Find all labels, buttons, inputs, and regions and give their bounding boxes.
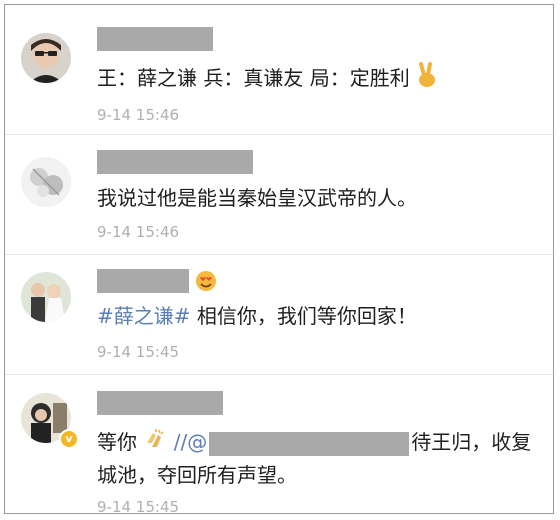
comment-body: 等你: [97, 430, 137, 454]
comment-body: 我说过他是能当秦始皇汉武帝的人。: [97, 186, 417, 210]
avatar[interactable]: [21, 157, 71, 207]
comment-body: 相信你，我们等你回家！: [190, 304, 417, 328]
comment-text: 我说过他是能当秦始皇汉武帝的人。: [97, 181, 539, 215]
heart-eyes-face-icon: [195, 270, 217, 296]
redacted-username: [97, 150, 253, 174]
mention-prefix[interactable]: //@: [167, 430, 208, 454]
comment-item: v 等你 //@ 待王归，收复 城池，夺回所有声望。 9-14 15:45: [5, 375, 553, 514]
hashtag-link[interactable]: #薛之谦#: [97, 304, 191, 328]
comment-timestamp: 9-14 15:46: [97, 223, 180, 241]
redacted-mention: [209, 431, 410, 456]
clapping-hands-icon: [143, 427, 167, 461]
redacted-username: [97, 269, 189, 293]
comment-text: 等你 //@ 待王归，收复: [97, 425, 539, 461]
victory-hand-icon: [416, 61, 438, 98]
comment-text: 王：薛之谦 兵：真谦友 局：定胜利: [97, 61, 539, 98]
redacted-username: [97, 27, 213, 51]
comment-item: #薛之谦# 相信你，我们等你回家！ 9-14 15:45: [5, 255, 553, 375]
comment-timestamp: 9-14 15:45: [97, 498, 180, 514]
comment-body-line2: 城池，夺回所有声望。: [97, 463, 297, 487]
comment-list: 王：薛之谦 兵：真谦友 局：定胜利 9-14 15:46 我说过他是能当秦始皇汉…: [4, 4, 554, 514]
comment-item: 王：薛之谦 兵：真谦友 局：定胜利 9-14 15:46: [5, 5, 553, 135]
avatar[interactable]: [21, 272, 71, 322]
comment-body: 王：薛之谦 兵：真谦友 局：定胜利: [97, 66, 410, 90]
comment-body-continued: 待王归，收复: [411, 430, 532, 454]
avatar[interactable]: [21, 33, 71, 83]
comment-timestamp: 9-14 15:46: [97, 106, 180, 124]
verified-badge-icon: v: [59, 429, 79, 449]
comment-text: #薛之谦# 相信你，我们等你回家！: [97, 299, 539, 333]
comment-text-line2: 城池，夺回所有声望。: [97, 458, 539, 492]
comment-timestamp: 9-14 15:45: [97, 343, 180, 361]
redacted-username: [97, 391, 223, 415]
comment-item: 我说过他是能当秦始皇汉武帝的人。 9-14 15:46: [5, 135, 553, 255]
